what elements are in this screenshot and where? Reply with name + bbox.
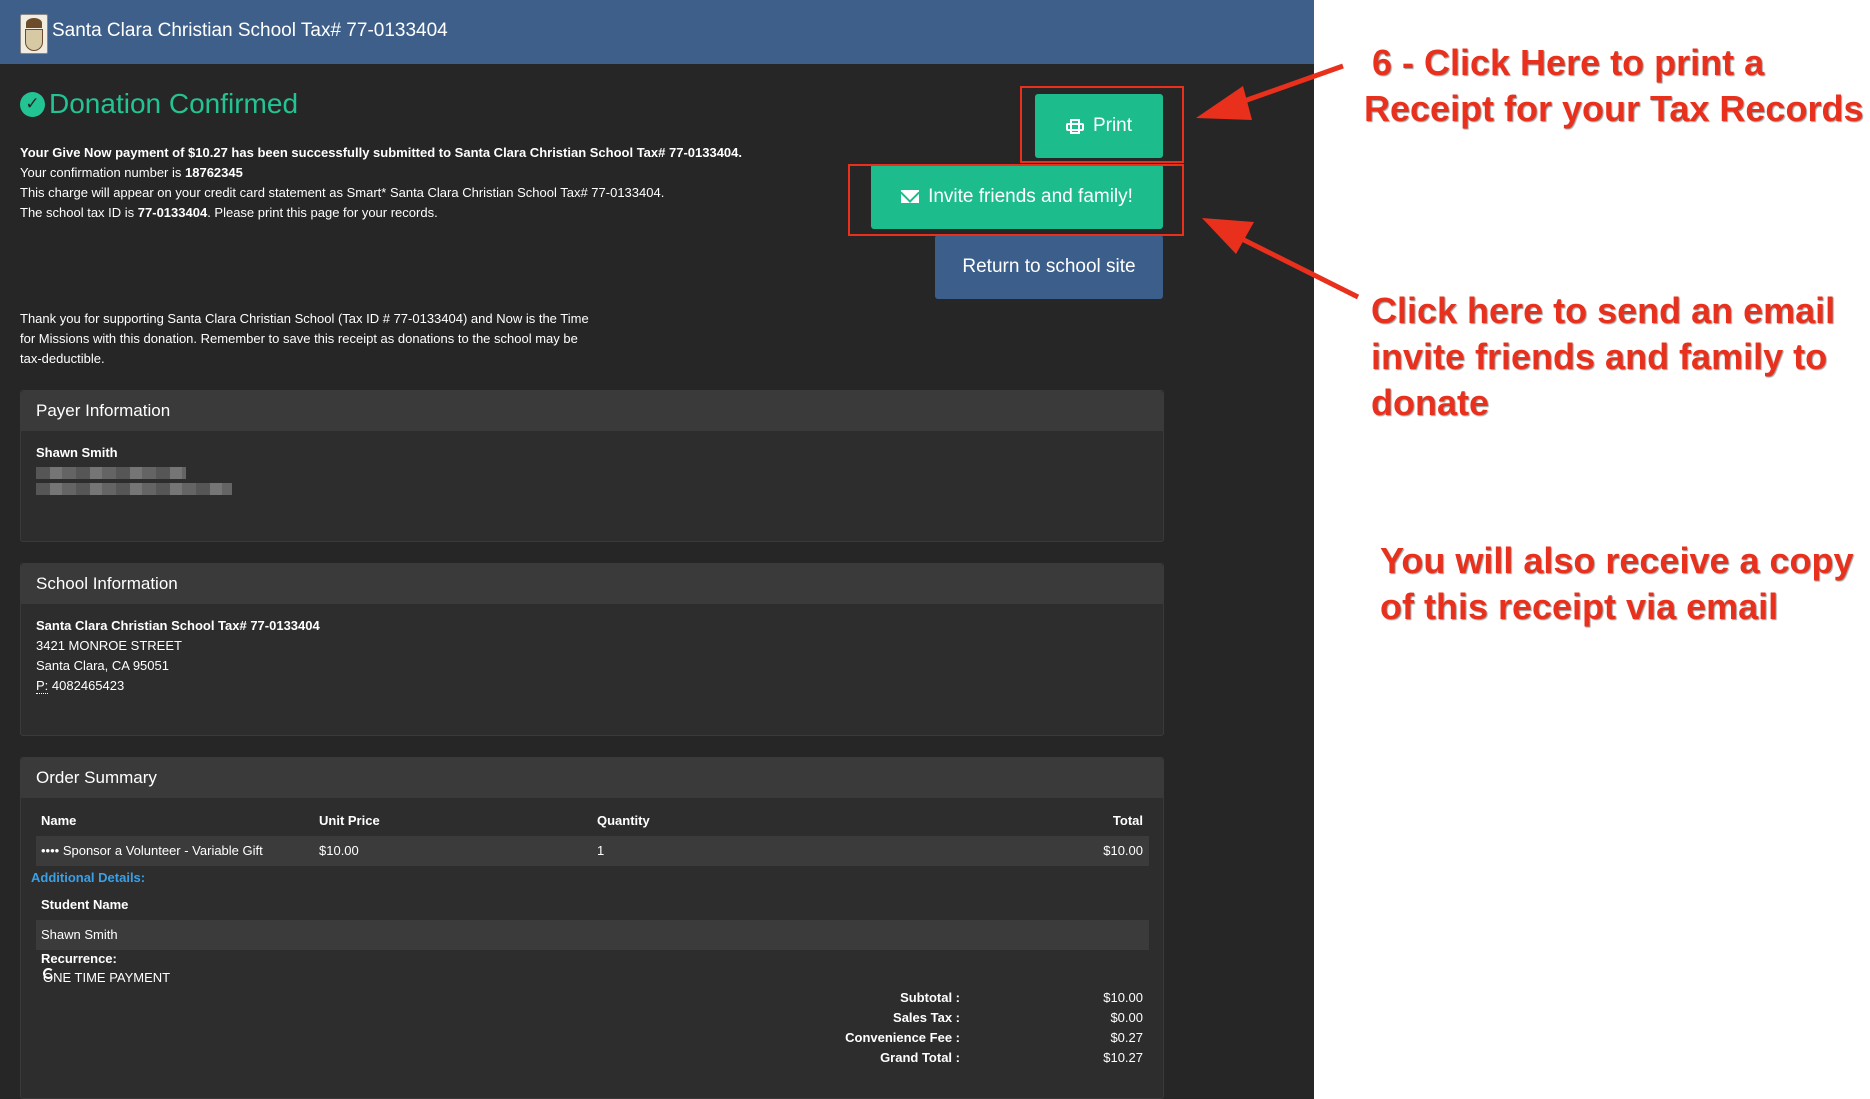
sales-tax-value: $0.00: [1110, 1010, 1143, 1025]
subtotal-row: Subtotal : $10.00: [36, 988, 1149, 1008]
print-reminder: . Please print this page for your record…: [207, 205, 438, 220]
grand-total-label: Grand Total :: [880, 1050, 960, 1065]
item-total: $10.00: [1103, 843, 1143, 858]
print-annotation-line-2: Receipt for your Tax Records: [1364, 88, 1864, 129]
school-logo: [20, 14, 48, 54]
confirmation-number: 18762345: [185, 165, 243, 180]
redacted-address: [36, 483, 232, 495]
item-unit-price: $10.00: [319, 843, 359, 858]
payment-status-text: Your Give Now payment of $10.27 has been…: [20, 145, 742, 160]
recurrence-label: Recurrence:: [41, 951, 117, 966]
sales-tax-label: Sales Tax :: [893, 1010, 960, 1025]
school-city: Santa Clara, CA 95051: [36, 658, 169, 673]
print-annotation-line-1: 6 - Click Here to print a: [1372, 42, 1765, 83]
recurrence-label-row: Recurrence:: [36, 949, 1149, 969]
recurrence-value-row: ONE TIME PAYMENT: [36, 968, 1149, 988]
order-summary-panel: Order Summary Name Unit Price Quantity T…: [20, 757, 1164, 1099]
order-table-header: Name Unit Price Quantity Total: [36, 806, 1149, 836]
return-button-label: Return to school site: [962, 256, 1136, 277]
convenience-fee-row: Convenience Fee : $0.27: [36, 1028, 1149, 1048]
payer-panel-heading: Payer Information: [21, 391, 1163, 431]
column-unit-price: Unit Price: [319, 813, 380, 828]
check-circle-icon: ✓: [20, 91, 45, 117]
confirmation-number-label: Your confirmation number is: [20, 165, 185, 180]
payer-information-panel: Payer Information Shawn Smith: [20, 390, 1164, 542]
column-total: Total: [1112, 813, 1143, 828]
item-name: •••• Sponsor a Volunteer - Variable Gift: [41, 843, 263, 858]
confirmation-line-4: The school tax ID is 77-0133404. Please …: [20, 203, 438, 223]
item-quantity: 1: [597, 843, 605, 858]
invite-annotation-line-1: Click here to send an email: [1371, 290, 1836, 331]
confirmation-heading: ✓ Donation Confirmed: [20, 88, 298, 120]
school-street: 3421 MONROE STREET: [36, 638, 182, 653]
student-name-value: Shawn Smith: [41, 927, 118, 942]
print-highlight-box: [1020, 86, 1184, 163]
crest-shield: [25, 29, 43, 51]
invite-annotation-line-2: invite friends and family to: [1371, 336, 1828, 377]
school-name: Santa Clara Christian School Tax# 77-013…: [36, 618, 320, 633]
subtotal-value: $10.00: [1103, 990, 1143, 1005]
column-name: Name: [41, 813, 77, 828]
confirmation-heading-text: Donation Confirmed: [49, 88, 299, 119]
redacted-email: [36, 467, 186, 479]
school-information-panel: School Information Santa Clara Christian…: [20, 563, 1164, 736]
convenience-fee-label: Convenience Fee :: [845, 1030, 960, 1045]
subtotal-label: Subtotal :: [900, 990, 960, 1005]
phone-label: P:: [36, 678, 49, 694]
email-copy-annotation-line-2: of this receipt via email: [1380, 586, 1779, 627]
tax-id-label: The school tax ID is: [20, 205, 138, 220]
invite-annotation-line-3: donate: [1371, 382, 1490, 423]
invite-highlight-box: [848, 164, 1184, 236]
school-phone: P: 4082465423: [36, 676, 1148, 696]
table-row: •••• Sponsor a Volunteer - Variable Gift…: [36, 836, 1149, 866]
convenience-fee-value: $0.27: [1110, 1030, 1143, 1045]
school-panel-heading: School Information: [21, 564, 1163, 604]
recurrence-value-text: ONE TIME PAYMENT: [43, 970, 171, 985]
site-title: Santa Clara Christian School Tax# 77-013…: [52, 20, 448, 41]
column-quantity: Quantity: [597, 813, 650, 828]
confirmation-line-1: Your Give Now payment of $10.27 has been…: [20, 143, 742, 163]
thank-you-message: Thank you for supporting Santa Clara Chr…: [20, 311, 589, 366]
payer-name: Shawn Smith: [36, 445, 118, 460]
email-copy-annotation-line-1: You will also receive a copy: [1380, 540, 1854, 581]
order-panel-heading: Order Summary: [21, 758, 1163, 798]
grand-total-row: Grand Total : $10.27: [36, 1048, 1149, 1068]
student-name-value-row: Shawn Smith: [36, 920, 1149, 950]
confirmation-line-2: Your confirmation number is 18762345: [20, 163, 243, 183]
confirmation-line-3: This charge will appear on your credit c…: [20, 185, 665, 200]
additional-details-row: Additional Details:: [31, 863, 1144, 893]
top-bar: Santa Clara Christian School Tax# 77-013…: [0, 0, 1314, 64]
sales-tax-row: Sales Tax : $0.00: [36, 1008, 1149, 1028]
phone-number: 4082465423: [51, 678, 125, 693]
student-name-label: Student Name: [41, 897, 129, 912]
student-name-label-row: Student Name: [36, 890, 1149, 920]
return-to-school-button[interactable]: Return to school site: [935, 235, 1163, 299]
crest-eagle: [26, 18, 42, 28]
grand-total-value: $10.27: [1103, 1050, 1143, 1065]
additional-details-label: Additional Details:: [31, 870, 146, 885]
tax-id: 77-0133404: [137, 205, 208, 220]
